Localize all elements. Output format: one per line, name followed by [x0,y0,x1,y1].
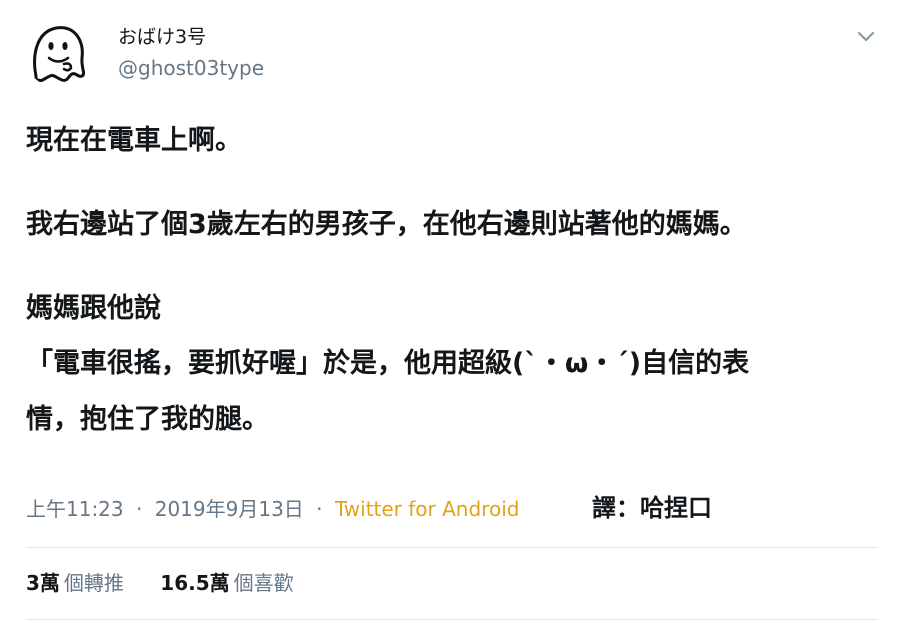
likes-stat[interactable]: 16.5萬 個喜歡 [160,568,293,598]
tweet-line: 我右邊站了個3歲左右的男孩子，在他右邊則站著他的媽媽。 [26,209,747,240]
tweet-line: 現在在電車上啊。 [26,125,242,156]
tweet-time[interactable]: 上午11:23 [26,497,124,521]
tweet-date[interactable]: 2019年9月13日 [155,497,304,521]
chevron-down-icon [857,31,875,42]
likes-label: 個喜歡 [233,571,294,595]
tweet-line: 「電車很搖，要抓好喔」於是，他用超級(`・ω・´)自信的表 [26,348,750,379]
tweet-card: おばけ3号 @ghost03type 現在在電車上啊。 我右邊站了個3歲左右的男… [0,0,900,625]
avatar[interactable] [24,18,94,88]
username[interactable]: @ghost03type [118,55,264,81]
retweets-stat[interactable]: 3萬 個轉推 [26,568,124,598]
divider [26,619,878,620]
retweets-count: 3萬 [26,571,60,595]
meta-separator: · [136,497,143,521]
tweet-source-link[interactable]: Twitter for Android [335,497,520,521]
tweet-stats: 3萬 個轉推 16.5萬 個喜歡 [26,568,324,598]
tweet-line: 媽媽跟他說 [26,293,161,324]
divider [26,547,878,548]
retweets-label: 個轉推 [63,571,124,595]
tweet-meta: 上午11:23 · 2019年9月13日 · Twitter for Andro… [26,494,519,524]
ghost-icon [33,26,86,82]
tweet-menu-button[interactable] [852,24,880,48]
likes-count: 16.5萬 [160,571,230,595]
display-name[interactable]: おばけ3号 [118,24,206,50]
translator-credit: 譯：哈捏口 [592,494,712,522]
meta-separator: · [316,497,323,521]
tweet-line: 情，抱住了我的腿。 [26,404,269,435]
